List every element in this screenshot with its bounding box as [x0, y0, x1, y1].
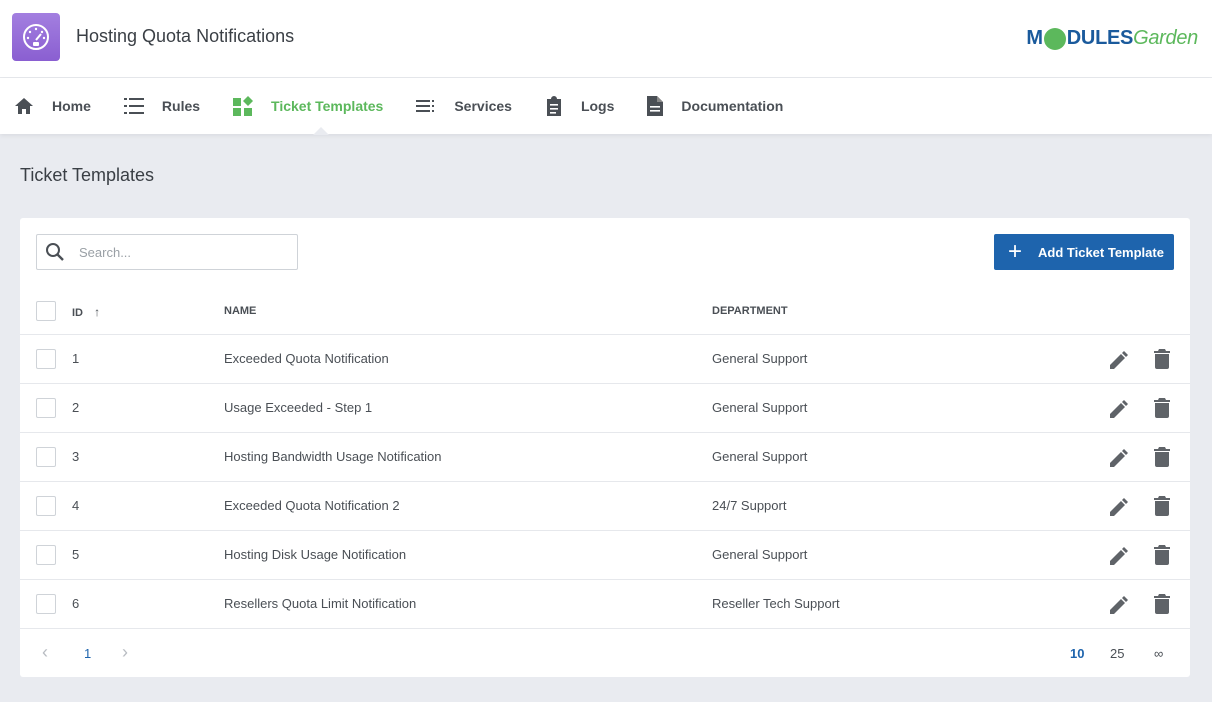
nav-home[interactable]: Home: [14, 78, 91, 134]
table-row: 3 Hosting Bandwidth Usage Notification G…: [20, 433, 1190, 482]
list-icon: [123, 98, 144, 114]
nav-services[interactable]: Services: [416, 78, 512, 134]
search-input[interactable]: [79, 244, 279, 260]
row-name: Usage Exceeded - Step 1: [224, 400, 373, 415]
speedometer-icon: [12, 13, 60, 61]
delete-icon[interactable]: [1154, 349, 1170, 369]
nav-ticket-templates[interactable]: Ticket Templates: [233, 78, 383, 135]
row-department: General Support: [712, 351, 808, 366]
delete-icon[interactable]: [1154, 398, 1170, 418]
row-name: Hosting Disk Usage Notification: [224, 547, 407, 562]
search-box[interactable]: [36, 234, 298, 270]
row-checkbox[interactable]: [36, 349, 56, 369]
row-checkbox[interactable]: [36, 594, 56, 614]
home-icon: [15, 98, 33, 114]
delete-icon[interactable]: [1154, 594, 1170, 614]
add-ticket-template-button[interactable]: + Add Ticket Template: [994, 234, 1174, 270]
row-name: Exceeded Quota Notification: [224, 351, 389, 366]
delete-icon[interactable]: [1154, 545, 1170, 565]
edit-icon[interactable]: [1108, 398, 1130, 420]
app-title: Hosting Quota Notifications: [76, 26, 295, 46]
logo-globe-icon: [1043, 28, 1066, 50]
row-name: Exceeded Quota Notification 2: [224, 498, 400, 513]
column-department[interactable]: DEPARTMENT: [712, 305, 788, 317]
row-id: 1: [72, 351, 80, 366]
services-icon: [416, 100, 435, 112]
table-header: ID ↑ NAME DEPARTMENT: [20, 289, 1190, 335]
row-department: General Support: [712, 547, 808, 562]
column-id[interactable]: ID ↑: [72, 305, 100, 319]
table-row: 1 Exceeded Quota Notification General Su…: [20, 335, 1190, 384]
row-id: 6: [72, 596, 80, 611]
select-all-checkbox[interactable]: [36, 301, 56, 321]
nav-logs[interactable]: Logs: [545, 78, 614, 134]
row-department: General Support: [712, 400, 808, 415]
main-nav: Home Rules Ticket Templates Services Log…: [0, 78, 1212, 135]
row-id: 4: [72, 498, 80, 513]
edit-icon[interactable]: [1108, 447, 1130, 469]
row-checkbox[interactable]: [36, 496, 56, 516]
edit-icon[interactable]: [1108, 496, 1130, 518]
page-size-10[interactable]: 10: [1070, 646, 1084, 661]
edit-icon[interactable]: [1108, 545, 1130, 567]
row-checkbox[interactable]: [36, 447, 56, 467]
page-size-25[interactable]: 25: [1110, 646, 1124, 661]
row-id: 2: [72, 400, 80, 415]
next-page-icon[interactable]: ›: [122, 642, 128, 663]
page-title: Ticket Templates: [20, 165, 155, 185]
row-id: 5: [72, 547, 80, 562]
widgets-icon: [233, 96, 254, 116]
table-row: 5 Hosting Disk Usage Notification Genera…: [20, 531, 1190, 580]
prev-page-icon[interactable]: ‹: [42, 642, 48, 663]
sort-ascending-icon: ↑: [94, 305, 101, 319]
pagination: ‹ 1 › 10 25 ∞: [20, 633, 1190, 677]
row-checkbox[interactable]: [36, 545, 56, 565]
nav-documentation[interactable]: Documentation: [647, 78, 783, 134]
page-number[interactable]: 1: [84, 646, 91, 661]
edit-icon[interactable]: [1108, 594, 1130, 616]
templates-card: + Add Ticket Template ID ↑ NAME DEPARTME…: [20, 218, 1190, 677]
row-name: Hosting Bandwidth Usage Notification: [224, 449, 442, 464]
row-department: 24/7 Support: [712, 498, 787, 513]
clipboard-icon: [546, 96, 561, 116]
table-row: 6 Resellers Quota Limit Notification Res…: [20, 580, 1190, 629]
app-header: Hosting Quota Notifications M DULES Garden: [0, 0, 1212, 78]
row-department: General Support: [712, 449, 808, 464]
row-id: 3: [72, 449, 80, 464]
row-checkbox[interactable]: [36, 398, 56, 418]
table-row: 4 Exceeded Quota Notification 2 24/7 Sup…: [20, 482, 1190, 531]
search-icon: [46, 243, 64, 261]
row-department: Reseller Tech Support: [712, 596, 840, 611]
column-name[interactable]: NAME: [224, 305, 256, 317]
table-row: 2 Usage Exceeded - Step 1 General Suppor…: [20, 384, 1190, 433]
delete-icon[interactable]: [1154, 447, 1170, 467]
modulesgarden-logo: M DULES Garden: [1026, 26, 1198, 50]
delete-icon[interactable]: [1154, 496, 1170, 516]
nav-rules[interactable]: Rules: [123, 78, 200, 134]
row-name: Resellers Quota Limit Notification: [224, 596, 417, 611]
page-size-all[interactable]: ∞: [1154, 646, 1163, 661]
edit-icon[interactable]: [1108, 349, 1130, 371]
document-icon: [647, 96, 664, 116]
plus-icon: +: [1008, 238, 1023, 265]
